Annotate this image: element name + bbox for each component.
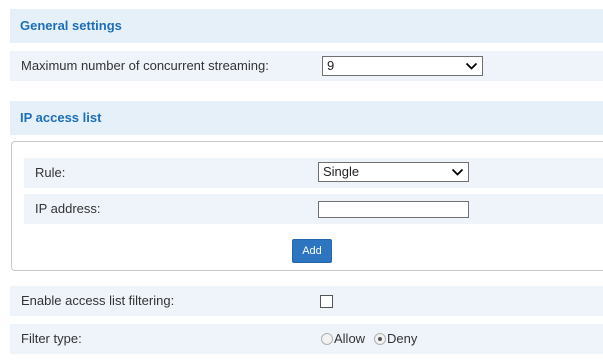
max-streaming-label: Maximum number of concurrent streaming: bbox=[21, 58, 269, 73]
enable-filtering-label: Enable access list filtering: bbox=[21, 293, 175, 308]
max-streaming-value: 9 bbox=[327, 58, 335, 73]
rule-row: Rule: Single bbox=[24, 158, 603, 188]
filter-type-row: Filter type: Allow Deny bbox=[10, 324, 603, 354]
general-settings-title: General settings bbox=[20, 18, 122, 33]
allow-label[interactable]: Allow bbox=[334, 332, 365, 346]
general-settings-header: General settings bbox=[10, 9, 603, 43]
rule-label: Rule: bbox=[35, 165, 66, 180]
chevron-down-icon bbox=[465, 62, 478, 70]
ip-address-row: IP address: bbox=[24, 194, 603, 224]
filter-type-label: Filter type: bbox=[21, 331, 82, 346]
deny-radio[interactable] bbox=[374, 333, 386, 345]
ip-access-title: IP access list bbox=[20, 110, 102, 125]
rule-select[interactable]: Single bbox=[318, 162, 469, 182]
deny-label[interactable]: Deny bbox=[387, 332, 417, 346]
max-streaming-select[interactable]: 9 bbox=[322, 56, 483, 76]
ip-address-label: IP address: bbox=[35, 201, 101, 216]
ip-address-input[interactable] bbox=[318, 201, 469, 218]
ip-access-header: IP access list bbox=[10, 101, 603, 135]
enable-filtering-checkbox[interactable] bbox=[320, 295, 333, 308]
allow-radio[interactable] bbox=[321, 333, 333, 345]
chevron-down-icon bbox=[451, 168, 464, 176]
rule-value: Single bbox=[323, 164, 360, 179]
max-streaming-row: Maximum number of concurrent streaming: … bbox=[10, 51, 603, 81]
add-button[interactable]: Add bbox=[292, 239, 332, 263]
enable-filtering-row: Enable access list filtering: bbox=[10, 286, 603, 316]
